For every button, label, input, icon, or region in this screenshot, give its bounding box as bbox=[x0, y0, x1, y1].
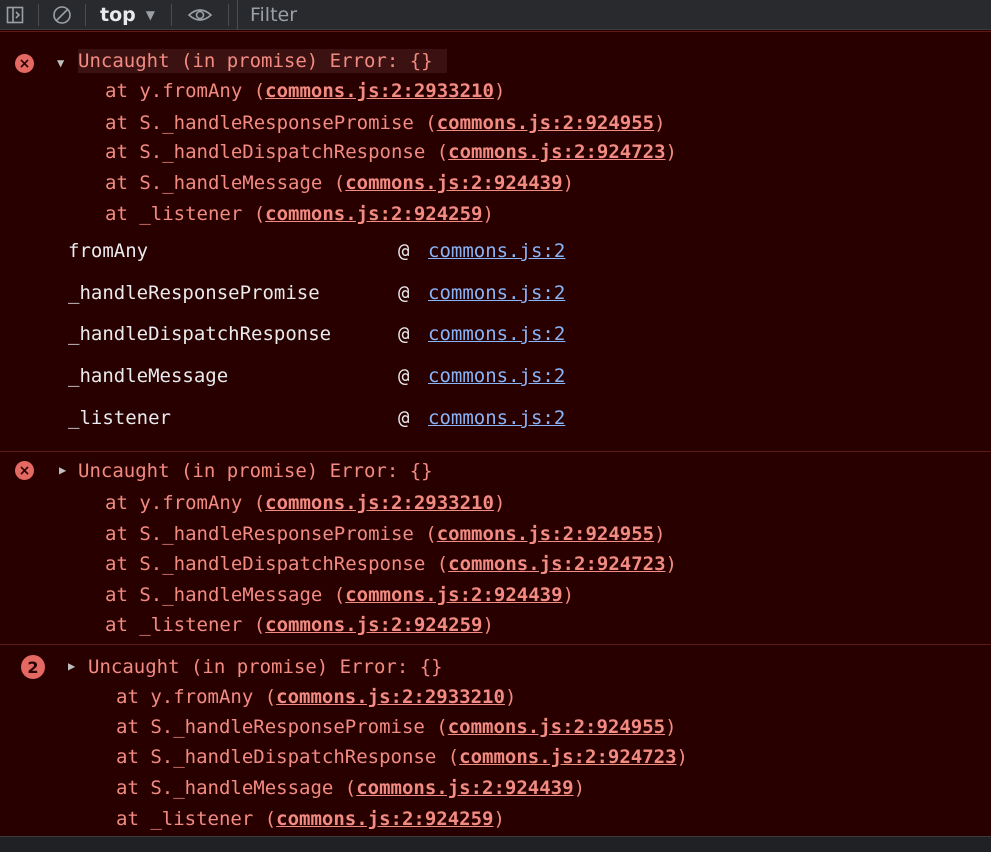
error-header[interactable]: Uncaught (in promise) Error: {} bbox=[78, 49, 447, 73]
stack-frame: at S._handleResponsePromise (commons.js:… bbox=[105, 112, 666, 134]
stack-table-at: @ bbox=[398, 323, 410, 345]
source-link[interactable]: commons.js:2:924723 bbox=[459, 746, 676, 768]
stack-table-function: fromAny bbox=[68, 240, 149, 262]
stack-frame: at y.fromAny (commons.js:2:2933210) bbox=[105, 80, 506, 102]
stack-table-location-link[interactable]: commons.js:2 bbox=[428, 282, 565, 304]
stack-frame: at S._handleMessage (commons.js:2:924439… bbox=[105, 172, 575, 194]
error-icon: × bbox=[15, 54, 34, 73]
error-header[interactable]: Uncaught (in promise) Error: {} bbox=[88, 655, 443, 679]
toolbar-divider bbox=[227, 3, 229, 26]
stack-frame: at y.fromAny (commons.js:2:2933210) bbox=[116, 686, 517, 708]
stack-table-at: @ bbox=[398, 282, 410, 304]
source-link[interactable]: commons.js:2:924723 bbox=[448, 553, 665, 575]
stack-table-location-link[interactable]: commons.js:2 bbox=[428, 407, 565, 429]
stack-table-at: @ bbox=[398, 365, 410, 387]
filter-placeholder: Filter bbox=[249, 3, 298, 26]
stack-table-function: _listener bbox=[68, 407, 171, 429]
stack-frame: at S._handleMessage (commons.js:2:924439… bbox=[105, 584, 575, 606]
stack-frame: at _listener (commons.js:2:924259) bbox=[105, 203, 494, 225]
expand-triangle-icon[interactable]: ▶ bbox=[59, 463, 66, 477]
context-label: top bbox=[100, 3, 136, 26]
toolbar-divider bbox=[38, 3, 39, 26]
source-link[interactable]: commons.js:2:924955 bbox=[437, 112, 654, 134]
stack-frame: at S._handleDispatchResponse (commons.js… bbox=[105, 553, 677, 575]
repeat-count-badge: 2 bbox=[21, 655, 45, 679]
stack-table-function: _handleResponsePromise bbox=[68, 282, 320, 304]
stack-frame: at y.fromAny (commons.js:2:2933210) bbox=[105, 492, 506, 514]
error-header[interactable]: Uncaught (in promise) Error: {} bbox=[78, 459, 433, 483]
stack-frame: at S._handleMessage (commons.js:2:924439… bbox=[116, 777, 586, 799]
source-link[interactable]: commons.js:2:924723 bbox=[448, 141, 665, 163]
toolbar-divider bbox=[85, 3, 86, 26]
stack-frame: at S._handleResponsePromise (commons.js:… bbox=[105, 523, 666, 545]
chevron-down-icon: ▼ bbox=[145, 7, 155, 22]
console-error-message: × ▼ Uncaught (in promise) Error: {} at y… bbox=[0, 31, 991, 451]
source-link[interactable]: commons.js:2:924955 bbox=[448, 716, 665, 738]
context-selector[interactable]: top ▼ bbox=[94, 4, 163, 26]
stack-table-at: @ bbox=[398, 407, 410, 429]
console-toolbar: top ▼ Filter bbox=[0, 0, 991, 30]
source-link[interactable]: commons.js:2:2933210 bbox=[265, 80, 494, 102]
source-link[interactable]: commons.js:2:924259 bbox=[265, 203, 482, 225]
source-link[interactable]: commons.js:2:924955 bbox=[437, 523, 654, 545]
source-link[interactable]: commons.js:2:924259 bbox=[276, 808, 493, 830]
toolbar-divider bbox=[170, 3, 172, 26]
clear-console-icon[interactable] bbox=[47, 0, 77, 30]
stack-table-location-link[interactable]: commons.js:2 bbox=[428, 240, 565, 262]
source-link[interactable]: commons.js:2:2933210 bbox=[276, 686, 505, 708]
stack-table-function: _handleMessage bbox=[68, 365, 229, 387]
expand-triangle-icon[interactable]: ▶ bbox=[68, 659, 75, 673]
stack-table-at: @ bbox=[398, 240, 410, 262]
eye-icon[interactable] bbox=[180, 0, 220, 30]
stack-table-location-link[interactable]: commons.js:2 bbox=[428, 365, 565, 387]
devtools-console: top ▼ Filter × ▼ Uncaught (in promise) E… bbox=[0, 0, 991, 852]
filter-input[interactable]: Filter bbox=[236, 0, 991, 30]
error-icon: × bbox=[15, 461, 34, 480]
stack-table-location-link[interactable]: commons.js:2 bbox=[428, 323, 565, 345]
source-link[interactable]: commons.js:2:924439 bbox=[356, 777, 573, 799]
stack-frame: at S._handleResponsePromise (commons.js:… bbox=[116, 716, 677, 738]
stack-frame: at _listener (commons.js:2:924259) bbox=[116, 808, 505, 830]
stack-frame: at S._handleDispatchResponse (commons.js… bbox=[105, 141, 677, 163]
source-link[interactable]: commons.js:2:2933210 bbox=[265, 492, 494, 514]
console-error-message: × ▶ Uncaught (in promise) Error: {} at y… bbox=[0, 451, 991, 644]
source-link[interactable]: commons.js:2:924439 bbox=[345, 172, 562, 194]
stack-table-function: _handleDispatchResponse bbox=[68, 323, 332, 345]
sidebar-toggle-icon[interactable] bbox=[0, 0, 30, 30]
console-prompt-area[interactable] bbox=[0, 836, 991, 852]
expand-triangle-icon[interactable]: ▼ bbox=[57, 56, 64, 70]
console-error-message: 2 ▶ Uncaught (in promise) Error: {} at y… bbox=[0, 644, 991, 836]
source-link[interactable]: commons.js:2:924439 bbox=[345, 584, 562, 606]
source-link[interactable]: commons.js:2:924259 bbox=[265, 614, 482, 636]
stack-frame: at S._handleDispatchResponse (commons.js… bbox=[116, 746, 688, 768]
stack-frame: at _listener (commons.js:2:924259) bbox=[105, 614, 494, 636]
